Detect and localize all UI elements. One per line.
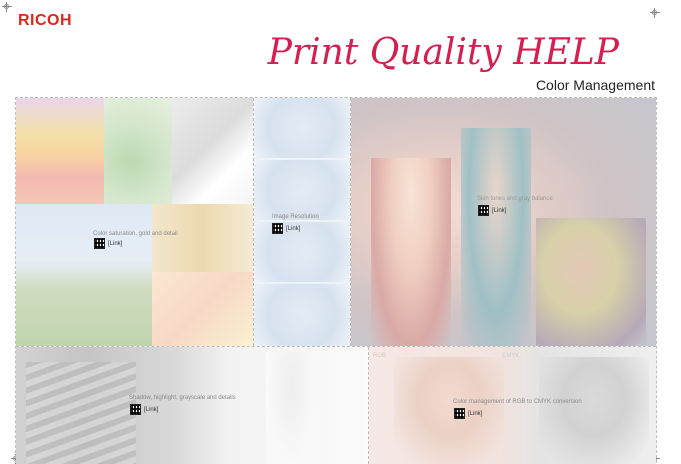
clock-image-4 [254, 284, 350, 346]
clock-image-3 [254, 222, 350, 282]
cmyk-portrait [539, 357, 649, 464]
clock-image-2 [254, 160, 350, 220]
section-link[interactable]: [Link] [130, 404, 158, 415]
pencils-image [16, 98, 104, 204]
ricoh-logo: RICOH [18, 12, 73, 29]
rgb-portrait [394, 357, 504, 464]
link-label: [Link] [286, 225, 301, 232]
section-link[interactable]: [Link] [272, 223, 300, 234]
girl-left-figure [371, 158, 451, 346]
section-caption: Skin tones and gray balance [477, 196, 553, 202]
section-link[interactable]: [Link] [94, 238, 122, 249]
section-caption: Shadow, highlight, grayscale and details [129, 395, 236, 401]
qr-code-icon [130, 404, 141, 415]
jewelry-image [152, 204, 253, 272]
link-label: [Link] [144, 406, 159, 413]
registration-mark-top-left [2, 2, 12, 12]
link-label: [Link] [108, 240, 123, 247]
link-label: [Link] [468, 410, 483, 417]
towels-image [152, 272, 253, 346]
grayscale-panel: Shadow, highlight, grayscale and details… [16, 347, 368, 464]
registration-mark-top-right [650, 8, 660, 18]
rgb-label: RGB [373, 353, 387, 359]
feather-image [172, 98, 253, 204]
page-title: Print Quality HELP [267, 32, 619, 73]
field-image [16, 204, 152, 346]
frog-image [104, 98, 172, 204]
clock-image-1 [254, 98, 350, 158]
image-resolution-panel: Image Resolution [Link] [254, 98, 350, 346]
link-label: [Link] [492, 207, 507, 214]
girl-right-figure [536, 218, 646, 346]
bride-portrait [266, 352, 316, 464]
section-link[interactable]: [Link] [478, 205, 506, 216]
section-caption: Image Resolution [272, 214, 319, 220]
page-subtitle: Color Management [535, 77, 655, 93]
qr-code-icon [454, 408, 465, 419]
section-caption: Color saturation, gold and detail [93, 231, 178, 237]
image-grid-frame: Color saturation, gold and detail [Link]… [15, 97, 657, 464]
section-caption: Color management of RGB to CMYK conversi… [453, 399, 582, 405]
section-link[interactable]: [Link] [454, 408, 482, 419]
color-saturation-panel: Color saturation, gold and detail [Link] [16, 98, 253, 346]
cmyk-label: CMYK [502, 353, 520, 359]
qr-code-icon [94, 238, 105, 249]
qr-code-icon [478, 205, 489, 216]
rgb-cmyk-panel: RGB CMYK Color management of RGB to CMYK… [369, 347, 656, 464]
striped-portrait [26, 362, 136, 464]
qr-code-icon [272, 223, 283, 234]
girl-center-figure [461, 128, 531, 346]
skin-tones-panel: Skin tones and gray balance [Link] [351, 98, 656, 346]
